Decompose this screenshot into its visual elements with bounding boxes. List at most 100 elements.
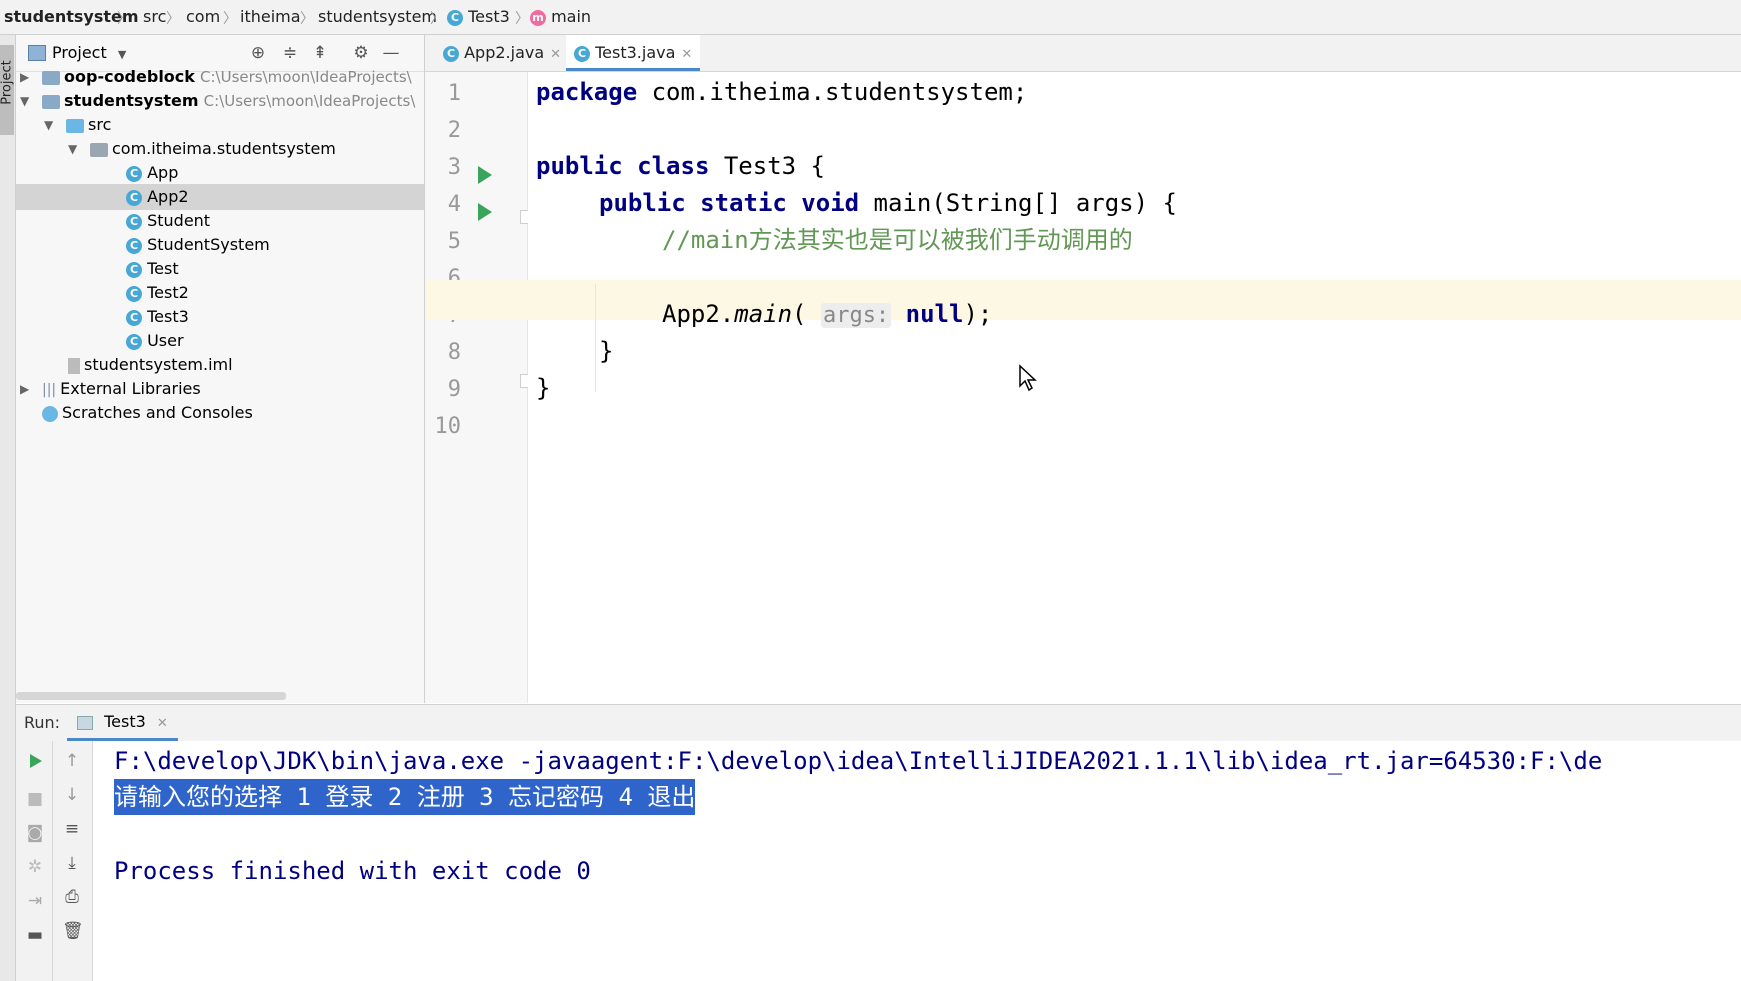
tree-item-label: studentsystem.iml xyxy=(84,355,233,374)
line-number: 3 xyxy=(447,155,461,180)
chevron-right-icon[interactable]: ▶ xyxy=(20,376,29,402)
bug-icon[interactable]: ✲ xyxy=(25,857,45,877)
module-folder-icon xyxy=(42,70,60,85)
close-icon[interactable]: ✕ xyxy=(681,47,692,62)
gear-icon[interactable]: ⚙ xyxy=(351,43,371,63)
tree-item-user[interactable]: C User xyxy=(16,328,424,354)
layout-icon[interactable]: ▬ xyxy=(25,925,45,945)
tree-item-label: oop-codeblock xyxy=(64,67,195,86)
mouse-cursor-icon xyxy=(1019,364,1037,392)
tree-item-label: External Libraries xyxy=(60,379,201,398)
left-tool-strip: Project xyxy=(0,35,16,981)
run-class-icon[interactable] xyxy=(478,166,492,184)
class-icon: C xyxy=(447,9,463,26)
tree-item-studentsystem-class[interactable]: C StudentSystem xyxy=(16,232,424,258)
tree-item-app[interactable]: C App xyxy=(16,160,424,186)
tree-item-external-libraries[interactable]: ▶ ||| External Libraries xyxy=(16,376,424,402)
locate-icon[interactable]: ⊕ xyxy=(248,43,268,63)
camera-icon[interactable]: ◙ xyxy=(25,823,45,843)
project-view-label: Project xyxy=(52,43,107,62)
scroll-to-end-icon[interactable]: ⤓ xyxy=(62,853,82,873)
horizontal-scrollbar[interactable] xyxy=(16,692,286,700)
breadcrumb-separator: 〉 xyxy=(117,11,131,27)
console-line-command: F:\develop\JDK\bin\java.exe -javaagent:F… xyxy=(114,747,1603,775)
tree-item-app2[interactable]: C App2 xyxy=(16,184,424,210)
project-view-selector[interactable]: Project ▼ xyxy=(52,43,126,62)
breadcrumb-separator: 〉 xyxy=(223,11,237,27)
run-label: Run: xyxy=(24,713,61,732)
tree-item-scratches[interactable]: Scratches and Consoles xyxy=(16,400,424,426)
console-line-exit: Process finished with exit code 0 xyxy=(114,857,591,885)
close-icon[interactable]: ✕ xyxy=(157,716,168,731)
trash-icon[interactable]: 🗑 xyxy=(62,921,84,941)
code-line-3: public class Test3 { xyxy=(536,152,825,180)
class-icon: C xyxy=(574,45,590,62)
breadcrumb-com[interactable]: com xyxy=(186,7,220,27)
breadcrumb-src[interactable]: src xyxy=(143,7,166,27)
tree-item-package[interactable]: ▼ com.itheima.studentsystem xyxy=(16,136,424,162)
class-icon: C xyxy=(126,165,142,182)
run-main-icon[interactable] xyxy=(478,203,492,221)
exit-icon[interactable]: ⇥ xyxy=(25,891,45,911)
project-view-icon xyxy=(28,45,46,61)
breadcrumb-separator: 〉 xyxy=(515,11,529,27)
line-number: 4 xyxy=(447,192,461,217)
code-line-4: public static void main(String[] args) { xyxy=(599,189,1177,217)
class-icon: C xyxy=(126,261,142,278)
stop-icon[interactable]: ■ xyxy=(25,789,45,809)
minimize-icon[interactable]: — xyxy=(381,43,401,63)
project-tab-label: Project xyxy=(0,60,15,105)
chevron-down-icon[interactable]: ▼ xyxy=(68,136,77,162)
tree-item-label: Test xyxy=(147,259,179,278)
parameter-hint: args: xyxy=(820,303,892,328)
code-line-8: } xyxy=(599,337,614,365)
breadcrumb-studentsystem[interactable]: studentsystem xyxy=(318,7,437,27)
code-line-1: package com.itheima.studentsystem; xyxy=(536,78,1028,106)
line-number: 8 xyxy=(447,340,461,365)
code-line-7: App2.main( args: null); xyxy=(662,300,993,328)
tab-label: Test3.java xyxy=(595,43,676,62)
breadcrumb-itheima[interactable]: itheima xyxy=(240,7,301,27)
console-line-prompt: 请输入您的选择 1 登录 2 注册 3 忘记密码 4 退出 xyxy=(114,779,696,815)
breadcrumb-class-label: Test3 xyxy=(468,7,510,26)
breadcrumb-separator: 〉 xyxy=(300,11,314,27)
class-icon: C xyxy=(126,189,142,206)
tree-item-student[interactable]: C Student xyxy=(16,208,424,234)
run-toolbar: ■ ◙ ✲ ⇥ ▬ ↑ ↓ ≡ ⤓ ⎙ 🗑 xyxy=(16,741,93,981)
soft-wrap-icon[interactable]: ≡ xyxy=(62,819,82,839)
code-line-9: } xyxy=(536,374,551,402)
console-output[interactable]: F:\develop\JDK\bin\java.exe -javaagent:F… xyxy=(93,741,1741,981)
chevron-right-icon[interactable]: ▶ xyxy=(20,64,29,90)
run-tab-test3[interactable]: Test3 ✕ xyxy=(67,705,178,741)
expand-all-icon[interactable]: ≑ xyxy=(280,43,300,63)
tree-item-path: C:\Users\moon\IdeaProjects\ xyxy=(203,92,416,110)
tab-app2-java[interactable]: C App2.java ✕ xyxy=(435,35,569,71)
scratches-icon xyxy=(42,405,58,422)
tree-item-test2[interactable]: C Test2 xyxy=(16,280,424,306)
arrow-up-icon[interactable]: ↑ xyxy=(62,751,82,771)
chevron-down-icon[interactable]: ▼ xyxy=(20,88,29,114)
tree-item-label: App xyxy=(147,163,179,182)
tree-item-iml[interactable]: studentsystem.iml xyxy=(16,352,424,378)
breadcrumb-method[interactable]: m main xyxy=(530,7,591,27)
tab-test3-java[interactable]: C Test3.java ✕ xyxy=(566,35,701,71)
print-icon[interactable]: ⎙ xyxy=(62,887,82,907)
line-number: 10 xyxy=(434,414,462,439)
chevron-down-icon[interactable]: ▼ xyxy=(44,112,53,138)
arrow-down-icon[interactable]: ↓ xyxy=(62,785,82,805)
code-line-5-comment: //main方法其实也是可以被我们手动调用的 xyxy=(662,226,1133,254)
code-editor[interactable]: package com.itheima.studentsystem; publi… xyxy=(425,72,1741,703)
source-folder-icon xyxy=(66,118,84,133)
tree-item-test[interactable]: C Test xyxy=(16,256,424,282)
breadcrumb-class[interactable]: C Test3 xyxy=(447,7,510,27)
class-icon: C xyxy=(443,45,459,62)
collapse-all-icon[interactable]: ⇞ xyxy=(310,43,330,63)
tree-item-studentsystem[interactable]: ▼ studentsystem C:\Users\moon\IdeaProjec… xyxy=(16,88,424,114)
tree-item-oop-codeblock[interactable]: ▶ oop-codeblock C:\Users\moon\IdeaProjec… xyxy=(16,64,424,90)
tree-item-label: Student xyxy=(147,211,211,230)
rerun-icon[interactable] xyxy=(25,751,45,771)
tree-item-test3[interactable]: C Test3 xyxy=(16,304,424,330)
close-icon[interactable]: ✕ xyxy=(550,47,561,62)
tree-item-src[interactable]: ▼ src xyxy=(16,112,424,138)
class-icon: C xyxy=(126,213,142,230)
